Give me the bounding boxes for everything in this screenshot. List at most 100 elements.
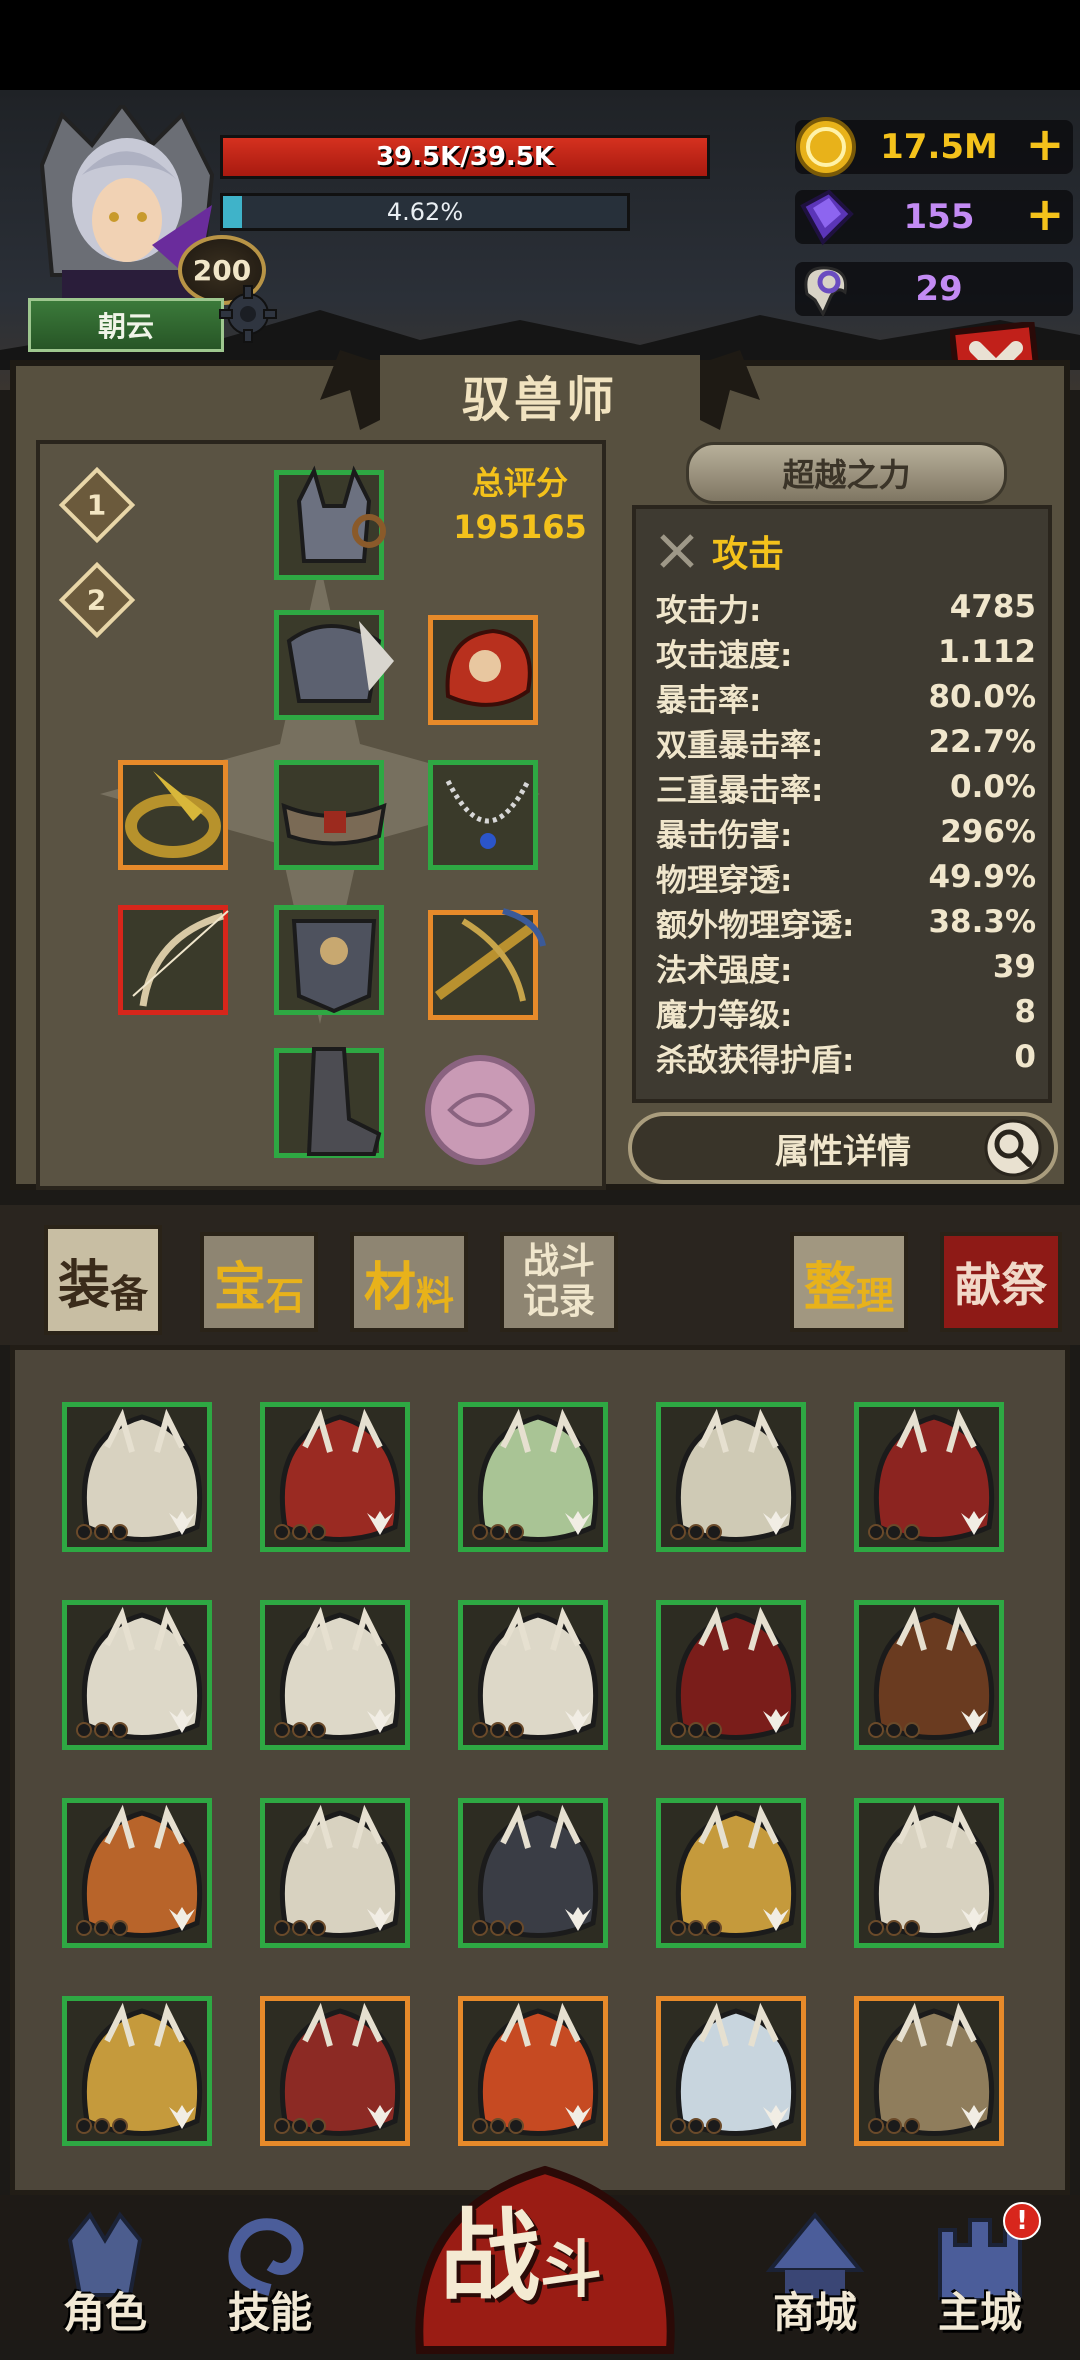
tab-materials-label-2: 料 [416, 1273, 455, 1318]
inventory-item[interactable] [62, 1798, 212, 1948]
inventory-item[interactable] [458, 1600, 608, 1750]
socket-dots [274, 1524, 326, 1540]
tab-equipment-label-1: 装 [57, 1255, 110, 1316]
skull-badge-icon [565, 1907, 591, 1931]
add-gold-button[interactable]: + [1025, 121, 1065, 167]
inventory-item[interactable] [656, 1996, 806, 2146]
stat-row: 物理穿透: 49.9% [656, 855, 1036, 899]
stat-value: 22.7% [928, 724, 1036, 760]
inventory-item[interactable] [62, 1600, 212, 1750]
attack-stats-list[interactable]: 攻击 攻击力: 4785 攻击速度: 1.112 暴击率: 80.0% 双重暴击率: 22.7… [632, 505, 1052, 1103]
inventory-item[interactable] [854, 1600, 1004, 1750]
tab-gems-label-2: 石 [266, 1273, 305, 1318]
socket-dots [472, 2118, 524, 2134]
tab-record-label-2: 记录 [522, 1281, 595, 1322]
gem-amount: 155 [903, 197, 975, 237]
socket-dots [670, 1524, 722, 1540]
skull-badge-icon [961, 1709, 987, 1733]
stat-label: 杀敌获得护盾: [656, 1042, 855, 1079]
helmet-slot[interactable] [274, 465, 386, 580]
stat-row: 杀敌获得护盾: 0 [656, 1035, 1036, 1079]
stat-row: 攻击速度: 1.112 [656, 630, 1036, 674]
stat-label: 攻击速度: [656, 637, 793, 674]
socket-dots [670, 2118, 722, 2134]
exp-text: 4.62% [386, 198, 464, 226]
chest-slot[interactable] [274, 905, 384, 1015]
inventory-item[interactable] [656, 1600, 806, 1750]
shoulder-slot[interactable] [274, 610, 394, 720]
tab-gems[interactable]: 宝石 [200, 1232, 318, 1332]
socket-dots [274, 1722, 326, 1738]
boots-slot[interactable] [274, 1047, 384, 1158]
class-title: 驭兽师 [380, 355, 700, 435]
inventory-item[interactable] [854, 1798, 1004, 1948]
skull-badge-icon [367, 1709, 393, 1733]
socket-dots [670, 1920, 722, 1936]
stat-value: 296% [940, 814, 1036, 850]
pet-seal-icon[interactable] [420, 1050, 540, 1170]
weapon-slot[interactable] [118, 905, 229, 1015]
inventory-item[interactable] [260, 1996, 410, 2146]
skull-badge-icon [169, 2105, 195, 2129]
inventory-item[interactable] [458, 1402, 608, 1552]
gem-counter: 155 + [795, 189, 1073, 246]
inventory-item[interactable] [260, 1402, 410, 1552]
skull-badge-icon [763, 1709, 789, 1733]
stat-value: 38.3% [928, 904, 1036, 940]
inventory-item[interactable] [854, 1996, 1004, 2146]
hp-text: 39.5K/39.5K [375, 142, 555, 172]
ram-token-counter: 29 [795, 262, 1073, 318]
magnifier-icon[interactable] [983, 1118, 1043, 1178]
transcend-power-button[interactable]: 超越之力 [686, 442, 1007, 504]
player-name[interactable]: 朝云 [28, 298, 224, 352]
stat-value: 1.112 [937, 634, 1036, 670]
stat-label: 暴击伤害: [656, 817, 793, 854]
socket-dots [670, 1722, 722, 1738]
add-gem-button[interactable]: + [1025, 191, 1065, 237]
socket-dots [274, 2118, 326, 2134]
socket-dots [472, 1920, 524, 1936]
ring-slot[interactable] [118, 760, 228, 870]
battle-button[interactable]: 战斗 [440, 2175, 660, 2345]
inventory-item[interactable] [656, 1402, 806, 1552]
gear-icon[interactable] [218, 284, 278, 344]
notification-badge: ! [1003, 2202, 1041, 2240]
belt-slot[interactable] [274, 760, 387, 870]
sacrifice-button[interactable]: 献祭 [940, 1232, 1062, 1332]
tab-materials[interactable]: 材料 [350, 1232, 468, 1332]
crossed-swords-icon [660, 534, 694, 568]
sort-button[interactable]: 整理 [790, 1232, 908, 1332]
necklace-slot[interactable] [428, 760, 538, 870]
nav-character-label: 角色 [62, 2288, 147, 2337]
socket-dots [76, 2118, 128, 2134]
nav-skills[interactable]: 技能 [195, 2210, 345, 2340]
tab-materials-label-1: 材 [363, 1257, 416, 1318]
stat-label: 暴击率: [656, 682, 762, 719]
socket-dots [472, 1524, 524, 1540]
tab-gems-label-1: 宝 [213, 1257, 266, 1318]
inventory-item[interactable] [458, 1798, 608, 1948]
inventory-item[interactable] [62, 1996, 212, 2146]
hp-bar: 39.5K/39.5K [220, 135, 710, 179]
nav-character[interactable]: 角色 [30, 2210, 180, 2340]
socket-dots [868, 1524, 920, 1540]
tab-equipment[interactable]: 装备 [44, 1225, 162, 1335]
chest-armor-icon [291, 919, 377, 1014]
inventory-item[interactable] [260, 1600, 410, 1750]
inventory-item[interactable] [62, 1402, 212, 1552]
inventory-item[interactable] [458, 1996, 608, 2146]
gold-coin-icon [796, 117, 856, 177]
skull-badge-icon [367, 1907, 393, 1931]
battle-label-2: 斗 [540, 2233, 603, 2306]
cloak-slot[interactable] [428, 615, 538, 725]
winged-pauldron-icon [286, 621, 394, 703]
tab-battle-record[interactable]: 战斗 记录 [500, 1232, 618, 1332]
nav-shop[interactable]: 商城 [740, 2210, 890, 2340]
inventory-item[interactable] [260, 1798, 410, 1948]
status-bar [0, 0, 1080, 90]
offhand-slot[interactable] [428, 908, 546, 1020]
skull-badge-icon [367, 1511, 393, 1535]
inventory-item[interactable] [656, 1798, 806, 1948]
inventory-item[interactable] [854, 1402, 1004, 1552]
belt-icon [281, 802, 387, 846]
